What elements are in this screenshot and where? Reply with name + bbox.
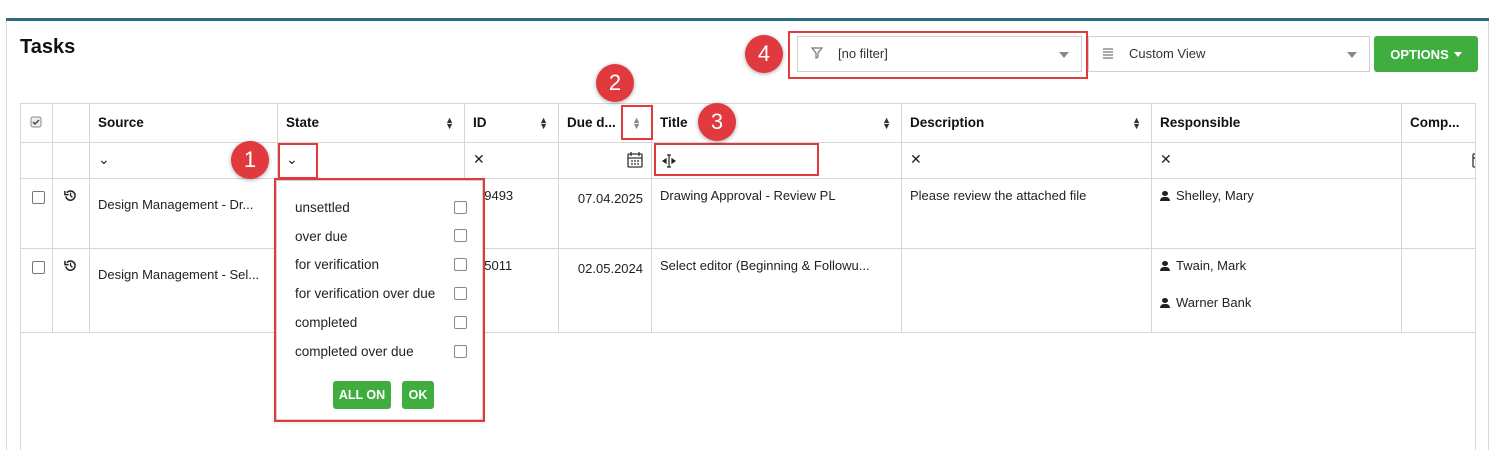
column-header-label: State	[286, 115, 320, 130]
annotation-badge-2: 2	[596, 64, 634, 102]
annotation-badge-1: 1	[231, 141, 269, 179]
column-header-state[interactable]: State ▲ ▼	[278, 104, 465, 142]
chevron-down-icon	[1347, 52, 1357, 58]
cell-title: Select editor (Beginning & Followu...	[652, 249, 902, 332]
cell-responsible: Shelley, Mary	[1152, 179, 1402, 248]
options-button[interactable]: OPTIONS	[1374, 36, 1478, 72]
column-header-label: Description	[910, 115, 985, 130]
sort-icon[interactable]: ▲ ▼	[882, 116, 891, 131]
responsible-user: Shelley, Mary	[1160, 188, 1393, 203]
list-icon	[1101, 47, 1115, 61]
calendar-icon[interactable]	[627, 152, 643, 168]
column-header-comp[interactable]: Comp...	[1402, 104, 1475, 142]
caret-down-icon	[1453, 51, 1462, 57]
row-checkbox[interactable]	[32, 261, 45, 274]
table-header-row: Source State ▲ ▼ ID ▲ ▼ Due d... ▲ ▼ Title ▲ ▼ D…	[21, 104, 1475, 143]
filter-cell-empty	[53, 143, 90, 178]
clear-icon[interactable]: ✕	[1160, 151, 1172, 167]
annotation-frame-2	[621, 105, 653, 140]
filter-description[interactable]: ✕	[902, 143, 1152, 178]
cell-responsible: Twain, Mark Warner Bank	[1152, 249, 1402, 332]
annotation-frame-3	[654, 143, 819, 176]
filter-due-date[interactable]	[559, 143, 652, 178]
user-name: Shelley, Mary	[1176, 188, 1254, 203]
due-date-value: 02.05.2024	[577, 261, 643, 276]
annotation-frame-4	[788, 31, 1088, 79]
person-icon	[1160, 190, 1170, 201]
column-header-label: Comp...	[1410, 115, 1460, 130]
annotation-badge-4: 4	[745, 35, 783, 73]
annotation-badge-3: 3	[698, 103, 736, 141]
column-header-source[interactable]: Source	[90, 104, 278, 142]
sort-icon[interactable]: ▲ ▼	[1132, 116, 1141, 131]
responsible-user: Warner Bank	[1160, 295, 1393, 310]
row-checkbox-cell	[21, 249, 53, 332]
column-header-id[interactable]: ID ▲ ▼	[465, 104, 559, 142]
clear-icon[interactable]: ✕	[910, 151, 922, 167]
column-header-label: ID	[473, 115, 487, 130]
cell-source: Design Management - Sel...	[90, 249, 278, 332]
cell-description	[902, 249, 1152, 332]
column-header-label: Source	[98, 115, 144, 130]
responsible-user: Twain, Mark	[1160, 258, 1393, 273]
sort-icon[interactable]: ▲ ▼	[539, 116, 548, 131]
multi-check-icon	[30, 116, 42, 128]
due-date-value: 07.04.2025	[577, 191, 643, 206]
history-column-header	[53, 104, 90, 142]
user-name: Twain, Mark	[1176, 258, 1247, 273]
select-all-checkbox[interactable]	[21, 104, 53, 142]
column-header-label: Due d...	[567, 115, 616, 130]
table-row[interactable]: Design Management - Sel... 15011 02.05.2…	[21, 249, 1475, 333]
options-button-label: OPTIONS	[1390, 46, 1449, 62]
filter-comp[interactable]	[1402, 143, 1476, 178]
view-select[interactable]: Custom View	[1088, 36, 1370, 72]
cell-source: Design Management - Dr...	[90, 179, 278, 248]
cell-due-date: 02.05.2024	[559, 249, 652, 332]
person-icon	[1160, 260, 1170, 271]
sort-icon[interactable]: ▲ ▼	[445, 116, 454, 131]
page-title: Tasks	[20, 36, 76, 58]
column-header-title[interactable]: Title ▲ ▼	[652, 104, 902, 142]
history-cell	[53, 179, 90, 248]
row-checkbox[interactable]	[32, 191, 45, 204]
view-select-value: Custom View	[1129, 46, 1206, 61]
user-name: Warner Bank	[1176, 295, 1252, 310]
annotation-frame-1	[278, 143, 318, 179]
row-checkbox-cell	[21, 179, 53, 248]
calendar-icon[interactable]	[1472, 152, 1476, 168]
clear-icon[interactable]: ✕	[473, 151, 485, 167]
column-header-responsible[interactable]: Responsible	[1152, 104, 1402, 142]
cell-description: Please review the attached file	[902, 179, 1152, 248]
filter-id[interactable]: ✕	[465, 143, 559, 178]
column-header-label: Title	[660, 115, 688, 130]
filter-cell-empty	[21, 143, 53, 178]
cell-due-date: 07.04.2025	[559, 179, 652, 248]
history-icon[interactable]	[64, 189, 77, 202]
chevron-down-icon[interactable]: ⌄	[98, 151, 110, 167]
annotation-frame-dropdown	[274, 178, 485, 422]
history-icon[interactable]	[64, 259, 77, 272]
cell-title: Drawing Approval - Review PL	[652, 179, 902, 248]
person-icon	[1160, 297, 1170, 308]
history-cell	[53, 249, 90, 332]
table-row[interactable]: Design Management - Dr... 89493 07.04.20…	[21, 179, 1475, 249]
cell-comp	[1402, 179, 1475, 248]
filter-responsible[interactable]: ✕	[1152, 143, 1402, 178]
column-header-description[interactable]: Description ▲ ▼	[902, 104, 1152, 142]
column-header-label: Responsible	[1160, 115, 1241, 130]
cell-comp	[1402, 249, 1475, 332]
